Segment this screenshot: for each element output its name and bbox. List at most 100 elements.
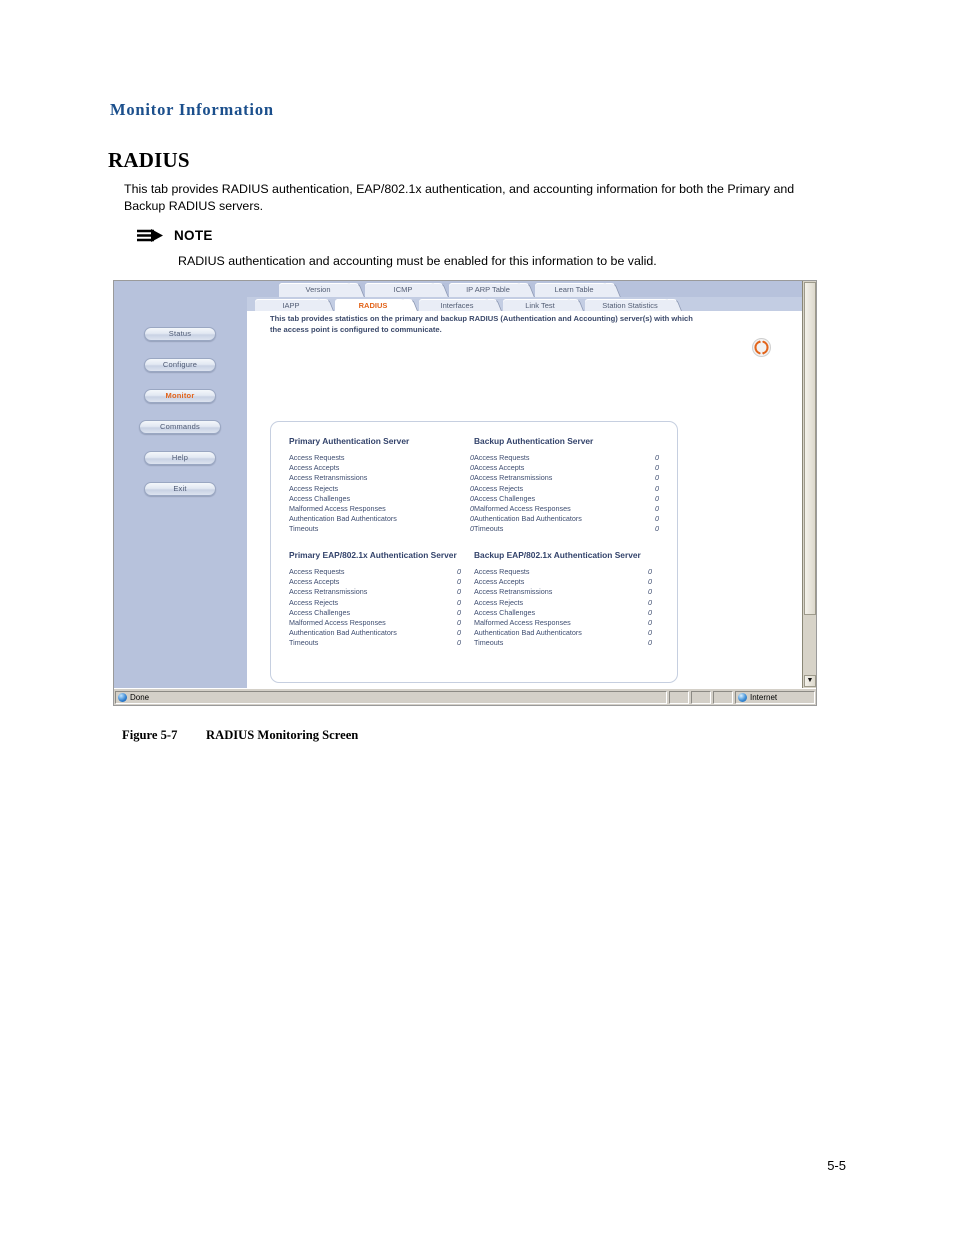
stat-row: Access Rejects 0 [289, 598, 461, 608]
stat-label: Access Rejects [474, 597, 524, 607]
stat-row: Access Rejects 0 [474, 484, 659, 494]
tab-label: Station Statistics [602, 301, 658, 310]
stat-row: Access Requests 0 [474, 453, 659, 463]
stat-row: Access Challenges 0 [474, 608, 652, 618]
stat-value: 0 [648, 607, 652, 617]
stat-label: Access Challenges [289, 493, 351, 503]
stat-label: Malformed Access Responses [474, 618, 571, 628]
stat-value: 0 [655, 493, 659, 503]
stat-row: Access Requests 0 [474, 567, 652, 577]
stat-value: 0 [457, 618, 461, 628]
stat-value: 0 [470, 504, 474, 514]
stat-row: Access Requests 0 [289, 453, 474, 463]
tab-label: RADIUS [358, 301, 388, 310]
stat-value: 0 [648, 618, 652, 628]
stat-value: 0 [457, 567, 461, 576]
stat-label: Access Challenges [474, 493, 536, 503]
stat-label: Access Rejects [289, 597, 339, 607]
stat-value: 0 [648, 597, 652, 607]
stat-label: Access Rejects [289, 483, 339, 493]
stat-value: 0 [457, 607, 461, 617]
stat-label: Access Retransmissions [289, 587, 368, 597]
scrollbar-thumb[interactable] [804, 282, 816, 615]
stat-label: Access Accepts [474, 463, 525, 473]
note-text: RADIUS authentication and accounting mus… [178, 254, 657, 268]
radius-content-pane: This tab provides statistics on the prim… [247, 311, 803, 688]
stat-label: Malformed Access Responses [474, 504, 571, 514]
radius-statistics-panel: Primary Authentication Server Access Req… [270, 421, 678, 683]
browser-screenshot: Status Configure Monitor Commands Help E… [113, 280, 817, 706]
tab-icmp[interactable]: ICMP [365, 283, 449, 297]
group-primary-eap-8021x-authentication-server: Primary EAP/802.1x Authentication Server… [289, 550, 461, 649]
ap-sidebar: Status Configure Monitor Commands Help E… [114, 281, 247, 688]
sidebar-item-exit[interactable]: Exit [144, 482, 216, 496]
stat-label: Authentication Bad Authenticators [289, 628, 397, 638]
refresh-icon[interactable] [752, 338, 771, 357]
sidebar-item-monitor[interactable]: Monitor [144, 389, 216, 403]
stat-row: Access Rejects 0 [289, 484, 474, 494]
stat-value: 0 [470, 473, 474, 483]
stat-label: Access Accepts [289, 463, 340, 473]
stat-label: Access Requests [289, 567, 345, 576]
stat-row: Timeouts 0 [474, 638, 652, 648]
sidebar-item-status[interactable]: Status [144, 327, 216, 341]
stat-value: 0 [648, 567, 652, 576]
stat-row: Access Accepts 0 [474, 577, 652, 587]
group-title: Primary EAP/802.1x Authentication Server [289, 550, 457, 560]
stat-row: Access Retransmissions 0 [289, 587, 461, 597]
group-title: Primary Authentication Server [289, 436, 410, 446]
stat-value: 0 [470, 453, 474, 462]
stat-label: Access Retransmissions [474, 587, 553, 597]
stat-label: Access Retransmissions [289, 473, 368, 483]
stat-value: 0 [655, 483, 659, 493]
stat-label: Access Accepts [474, 577, 525, 587]
browser-logo-icon [118, 692, 127, 702]
page-title: RADIUS [108, 148, 190, 172]
stat-row: Access Challenges 0 [289, 608, 461, 618]
tab-label: Version [305, 285, 331, 294]
vertical-scrollbar[interactable]: ▼ [802, 281, 816, 688]
sidebar-item-help[interactable]: Help [144, 451, 216, 465]
stat-label: Access Requests [289, 453, 345, 462]
note-header: NOTE [136, 225, 826, 245]
group-backup-accounting-server: Backup Accounting Server Accounting Requ… [474, 680, 659, 682]
globe-icon [738, 692, 747, 702]
stat-label: Timeouts [474, 524, 504, 534]
stat-row: Timeouts 0 [289, 638, 461, 648]
status-pane-main: Done [115, 690, 667, 704]
stat-row: Access Challenges 0 [474, 494, 659, 504]
stat-row: Access Accepts 0 [474, 463, 659, 473]
stat-value: 0 [655, 463, 659, 473]
stat-value: 0 [457, 577, 461, 587]
group-primary-authentication-server: Primary Authentication Server Access Req… [289, 436, 474, 535]
stat-label: Access Rejects [474, 483, 524, 493]
stat-value: 0 [457, 628, 461, 638]
stat-row: Access Retransmissions 0 [474, 473, 659, 483]
group-backup-authentication-server: Backup Authentication Server Access Requ… [474, 436, 659, 535]
group-title: Backup Authentication Server [474, 436, 594, 446]
stat-row: Access Rejects 0 [474, 598, 652, 608]
tab-learn-table[interactable]: Learn Table [535, 283, 621, 297]
stat-label: Authentication Bad Authenticators [289, 514, 397, 524]
stat-value: 0 [470, 463, 474, 473]
stat-row: Access Accepts 0 [289, 463, 474, 473]
stat-label: Access Requests [474, 567, 530, 576]
stat-value: 0 [655, 524, 659, 534]
status-pane-zone[interactable]: Internet [735, 690, 815, 704]
group-title: Primary Accounting Server [289, 680, 474, 682]
group-primary-accounting-server: Primary Accounting Server Accounting Req… [289, 680, 474, 682]
stat-row: Timeouts 0 [474, 524, 659, 534]
stat-value: 0 [648, 628, 652, 638]
note-arrow-icon [136, 228, 164, 243]
sidebar-item-commands[interactable]: Commands [139, 420, 221, 434]
stat-label: Access Challenges [474, 607, 536, 617]
sidebar-item-configure[interactable]: Configure [144, 358, 216, 372]
scroll-down-arrow-icon[interactable]: ▼ [804, 675, 816, 687]
tab-version[interactable]: Version [279, 283, 365, 297]
tab-row-top: Version ICMP IP ARP Table Learn Table [247, 281, 803, 297]
status-text: Done [130, 692, 150, 702]
status-pane-spacer-2 [691, 690, 711, 704]
tab-ip-arp-table[interactable]: IP ARP Table [449, 283, 535, 297]
figure-caption: Figure 5-7 RADIUS Monitoring Screen [122, 728, 358, 743]
stat-row: Authentication Bad Authenticators 0 [289, 628, 461, 638]
